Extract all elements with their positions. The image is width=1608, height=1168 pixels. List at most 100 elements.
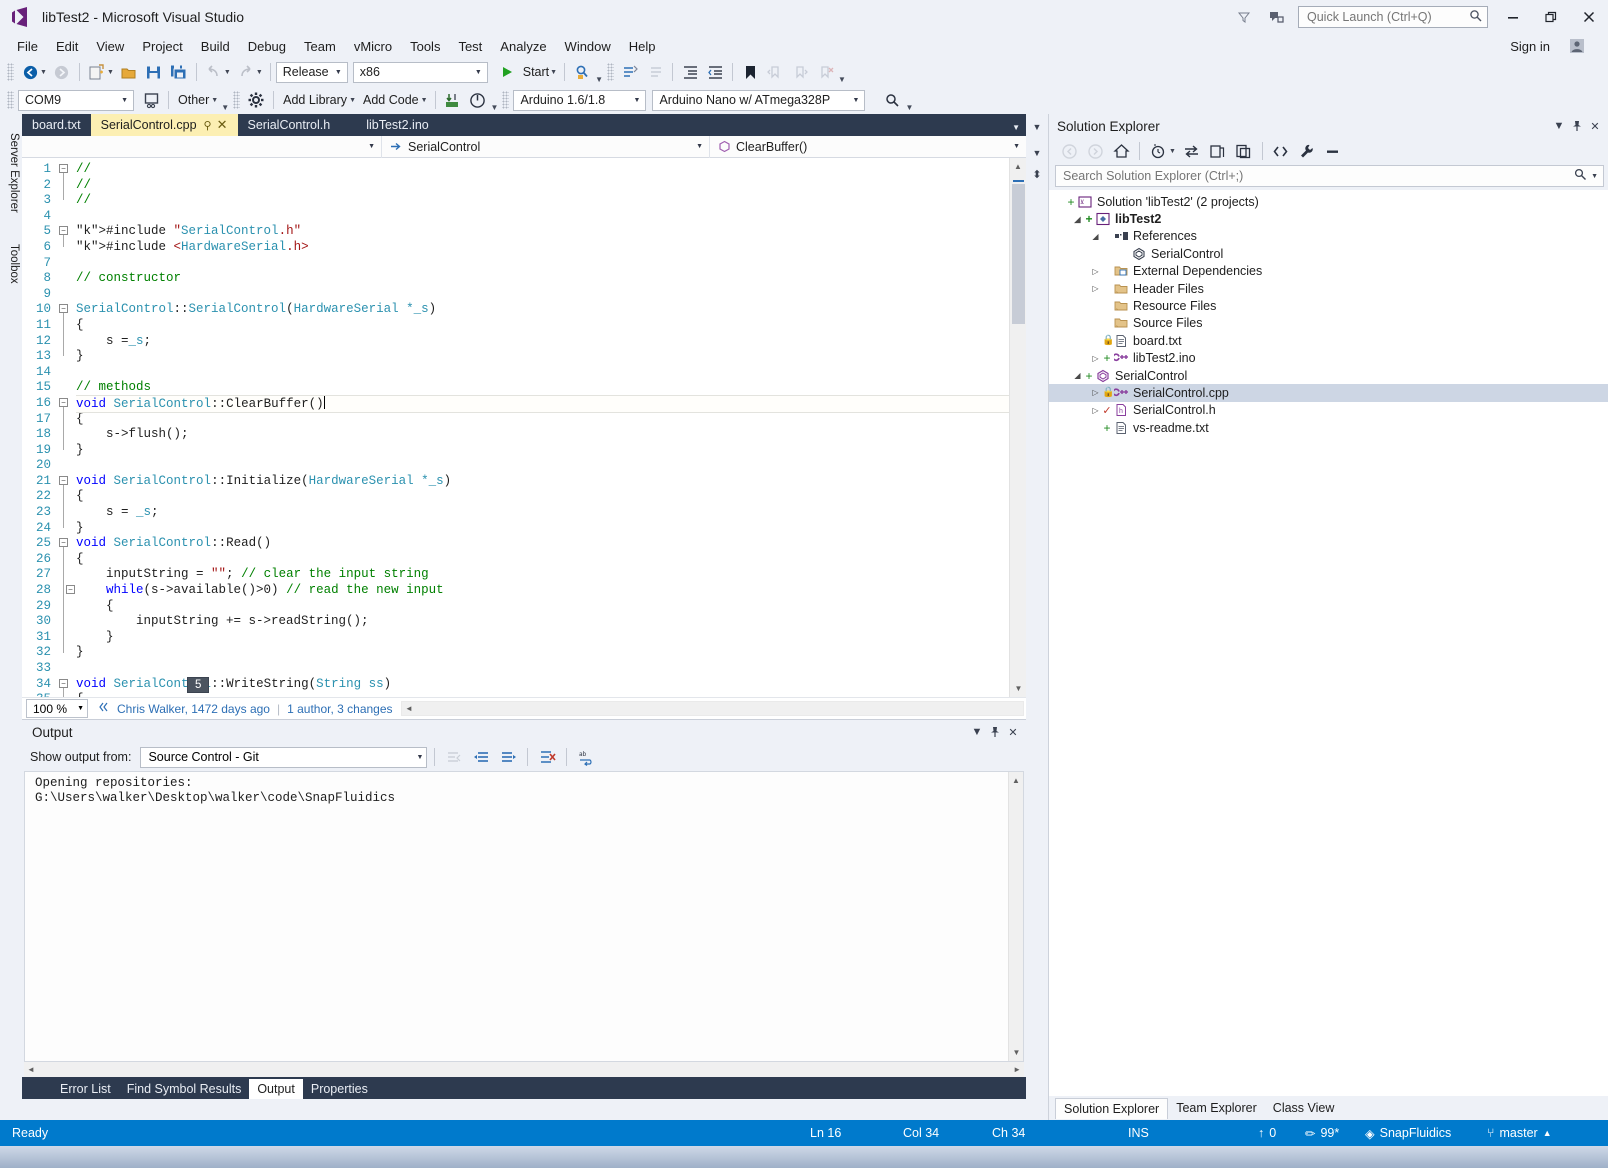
code-line[interactable]: // methods xyxy=(76,380,1009,396)
code-line[interactable]: s = _s; xyxy=(76,505,1009,521)
board-selector-combo[interactable]: Arduino Nano w/ ATmega328P ▼ xyxy=(652,89,866,111)
vmicro-toolbar-grip[interactable] xyxy=(7,91,14,109)
editor-horizontal-scrollbar[interactable]: ◄ xyxy=(400,701,1024,716)
board-search-icon[interactable] xyxy=(880,89,904,111)
funnel-icon[interactable] xyxy=(1234,7,1254,27)
panel-tab-solution-explorer[interactable]: Solution Explorer xyxy=(1055,1097,1169,1119)
attach-process-icon[interactable] xyxy=(570,61,594,83)
se-pending-changes-icon[interactable] xyxy=(1146,140,1170,162)
nav-type-combo[interactable]: SerialControl ▼ xyxy=(382,135,710,158)
expander-open-icon[interactable]: ◢ xyxy=(1089,232,1102,241)
search-options-dropdown-icon[interactable]: ▼ xyxy=(1591,173,1598,180)
add-code-dropdown[interactable]: ▼ xyxy=(421,97,428,104)
status-branch[interactable]: ⑂ master ▲ xyxy=(1487,1126,1552,1140)
code-line[interactable]: { xyxy=(76,318,1009,334)
editor-tab-libtest2-ino[interactable]: libTest2.ino xyxy=(340,114,473,136)
tree-item-header-files[interactable]: ▷ Header Files xyxy=(1049,280,1608,297)
serial-port-combo[interactable]: COM9 ▼ xyxy=(18,89,134,111)
rail-tab-toolbox[interactable]: Toolbox xyxy=(0,232,22,296)
outlining-collapse-toggle[interactable]: − xyxy=(59,678,70,690)
scroll-down-icon[interactable]: ▼ xyxy=(1009,1044,1023,1061)
debug-sketch-icon[interactable] xyxy=(466,89,490,111)
se-properties-icon[interactable] xyxy=(1295,140,1319,162)
codelens-changes[interactable]: 1 author, 3 changes xyxy=(287,702,392,716)
se-collapse-all-icon[interactable] xyxy=(1232,140,1256,162)
code-line[interactable]: // xyxy=(76,162,1009,178)
menu-build[interactable]: Build xyxy=(192,37,239,56)
serial-monitor-icon[interactable] xyxy=(139,89,163,111)
vmicro-overflow-2[interactable]: ▼ xyxy=(491,103,499,112)
code-line[interactable]: s =_s; xyxy=(76,334,1009,350)
vmicro-overflow-3[interactable]: ▼ xyxy=(905,103,913,112)
scroll-down-icon[interactable]: ▼ xyxy=(1010,680,1026,697)
editor-tab-serialcontrol-h[interactable]: SerialControl.h xyxy=(237,114,341,136)
expander-closed-icon[interactable]: ▷ xyxy=(1089,284,1102,293)
expander-closed-icon[interactable]: ▷ xyxy=(1089,354,1102,363)
notifications-icon[interactable] xyxy=(1266,7,1286,27)
start-button-label[interactable]: Start xyxy=(520,65,552,79)
nav-member-combo[interactable]: ClearBuffer() ▼ xyxy=(710,136,1026,158)
status-repository[interactable]: ◈ SnapFluidics xyxy=(1365,1126,1451,1141)
quick-launch-input[interactable] xyxy=(1307,10,1469,24)
tab-properties[interactable]: Properties xyxy=(303,1079,376,1099)
go-to-previous-message-icon[interactable] xyxy=(469,746,493,768)
tree-item-serialcontrol-cpp[interactable]: ▷ 🔒 SerialControl.cpp xyxy=(1049,384,1608,402)
menu-debug[interactable]: Debug xyxy=(239,37,295,56)
se-refresh-icon[interactable] xyxy=(1206,140,1230,162)
menu-edit[interactable]: Edit xyxy=(47,37,87,56)
outlining-collapse-toggle[interactable]: − xyxy=(59,164,70,175)
code-line[interactable] xyxy=(76,287,1009,303)
code-line[interactable] xyxy=(76,256,1009,272)
editor-vertical-scrollbar[interactable]: ▲ ▼ xyxy=(1009,158,1026,697)
expander-closed-icon[interactable]: ▷ xyxy=(1089,267,1102,276)
scroll-left-icon[interactable]: ◄ xyxy=(27,1065,35,1074)
code-line[interactable] xyxy=(76,365,1009,381)
se-back-icon[interactable] xyxy=(1057,140,1081,162)
go-to-next-message-icon[interactable] xyxy=(496,746,520,768)
menu-vmicro[interactable]: vMicro xyxy=(345,37,401,56)
code-editor[interactable]: 1 2 3 4 5 6 7 8 9 10 11 12 13 14 15 16 17 18 19 20 21 22 23 24 2… xyxy=(22,158,1026,697)
code-line[interactable]: "k">#include "SerialControl.h" xyxy=(76,224,1009,240)
add-library-button[interactable]: Add Library xyxy=(279,89,351,111)
tab-find-symbol-results[interactable]: Find Symbol Results xyxy=(119,1079,250,1099)
toolbar-overflow-1[interactable]: ▼ xyxy=(595,75,603,84)
se-show-all-files-icon[interactable] xyxy=(1269,140,1293,162)
code-line[interactable] xyxy=(76,209,1009,225)
codelens-author[interactable]: Chris Walker, 1472 days ago xyxy=(117,702,270,716)
menu-tools[interactable]: Tools xyxy=(401,37,449,56)
output-text-container[interactable]: Opening repositories: G:\Users\walker\De… xyxy=(24,771,1024,1062)
increase-indent-icon[interactable] xyxy=(678,61,702,83)
zoom-level-combo[interactable]: 100 % ▼ xyxy=(26,699,88,718)
toggle-word-wrap-icon[interactable]: ab xyxy=(574,746,598,768)
scroll-right-icon[interactable]: ► xyxy=(1013,1065,1021,1074)
menu-help[interactable]: Help xyxy=(620,37,665,56)
scroll-up-icon[interactable]: ▲ xyxy=(1009,772,1023,789)
comment-selection-icon[interactable] xyxy=(618,61,642,83)
se-preview-selected-items-icon[interactable] xyxy=(1321,140,1345,162)
start-dropdown[interactable]: ▼ xyxy=(550,69,557,76)
clear-all-icon[interactable] xyxy=(535,746,559,768)
panel-tab-team-explorer[interactable]: Team Explorer xyxy=(1168,1098,1265,1119)
code-line[interactable]: } xyxy=(76,645,1009,661)
code-line[interactable]: } xyxy=(76,349,1009,365)
navigate-backward-button[interactable] xyxy=(18,61,42,83)
solution-explorer-pin-icon[interactable] xyxy=(1568,117,1586,135)
vmicro-toolbar-grip-2[interactable] xyxy=(233,91,241,109)
output-source-combo[interactable]: Source Control - Git ▼ xyxy=(140,746,428,768)
sign-in-link[interactable]: Sign in xyxy=(1510,39,1550,54)
code-line[interactable]: { xyxy=(76,552,1009,568)
add-code-button[interactable]: Add Code xyxy=(359,89,423,111)
outlining-collapse-toggle[interactable]: − xyxy=(59,398,70,409)
toolbar-grip-2[interactable] xyxy=(607,63,615,81)
output-panel-close-icon[interactable]: ✕ xyxy=(1004,723,1022,741)
menu-test[interactable]: Test xyxy=(449,37,491,56)
other-dropdown[interactable]: ▼ xyxy=(211,97,218,104)
tree-item-solution-libtest2-2-projects[interactable]: + ⊻ Solution 'libTest2' (2 projects) xyxy=(1049,193,1608,210)
status-unsaved-changes[interactable]: ✏ 99* xyxy=(1305,1126,1339,1141)
tree-item-external-dependencies[interactable]: ▷ External Dependencies xyxy=(1049,263,1608,280)
tree-item-serialcontrol-h[interactable]: ▷ ✓ h SerialControl.h xyxy=(1049,402,1608,419)
status-outgoing-commits[interactable]: ↑ 0 xyxy=(1258,1126,1276,1140)
bookmark-icon[interactable] xyxy=(738,61,762,83)
quick-launch-box[interactable] xyxy=(1298,6,1488,28)
menu-window[interactable]: Window xyxy=(556,37,620,56)
